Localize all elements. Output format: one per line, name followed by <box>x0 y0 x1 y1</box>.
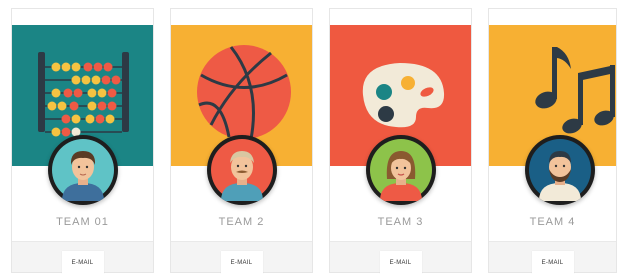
avatar <box>48 135 118 205</box>
avatar <box>366 135 436 205</box>
card-footer: E-MAIL <box>171 241 312 274</box>
man-avatar-icon <box>52 139 114 201</box>
email-button[interactable]: E-MAIL <box>379 251 422 274</box>
avatar <box>525 135 595 205</box>
team-card-3: TEAM 3 E-MAIL <box>329 8 472 274</box>
email-button[interactable]: E-MAIL <box>61 251 104 274</box>
card-top-strip <box>489 9 616 25</box>
card-top-strip <box>12 9 153 25</box>
card-top-strip <box>330 9 471 25</box>
woman-avatar-icon <box>370 139 432 201</box>
card-footer: E-MAIL <box>12 241 153 274</box>
bearded-man-avatar-icon <box>529 139 591 201</box>
team-name: TEAM 01 <box>56 216 109 228</box>
email-button[interactable]: E-MAIL <box>220 251 263 274</box>
team-card-4: TEAM 4 E-MAIL <box>488 8 617 274</box>
card-top-strip <box>171 9 312 25</box>
avatar <box>207 135 277 205</box>
mustache-man-avatar-icon <box>211 139 273 201</box>
team-card-2: TEAM 2 E-MAIL <box>170 8 313 274</box>
card-footer: E-MAIL <box>489 241 616 274</box>
team-name: TEAM 3 <box>377 216 424 228</box>
team-card-1: TEAM 01 E-MAIL <box>11 8 154 274</box>
team-name: TEAM 4 <box>529 216 576 228</box>
card-footer: E-MAIL <box>330 241 471 274</box>
email-button[interactable]: E-MAIL <box>531 251 574 274</box>
team-name: TEAM 2 <box>218 216 265 228</box>
